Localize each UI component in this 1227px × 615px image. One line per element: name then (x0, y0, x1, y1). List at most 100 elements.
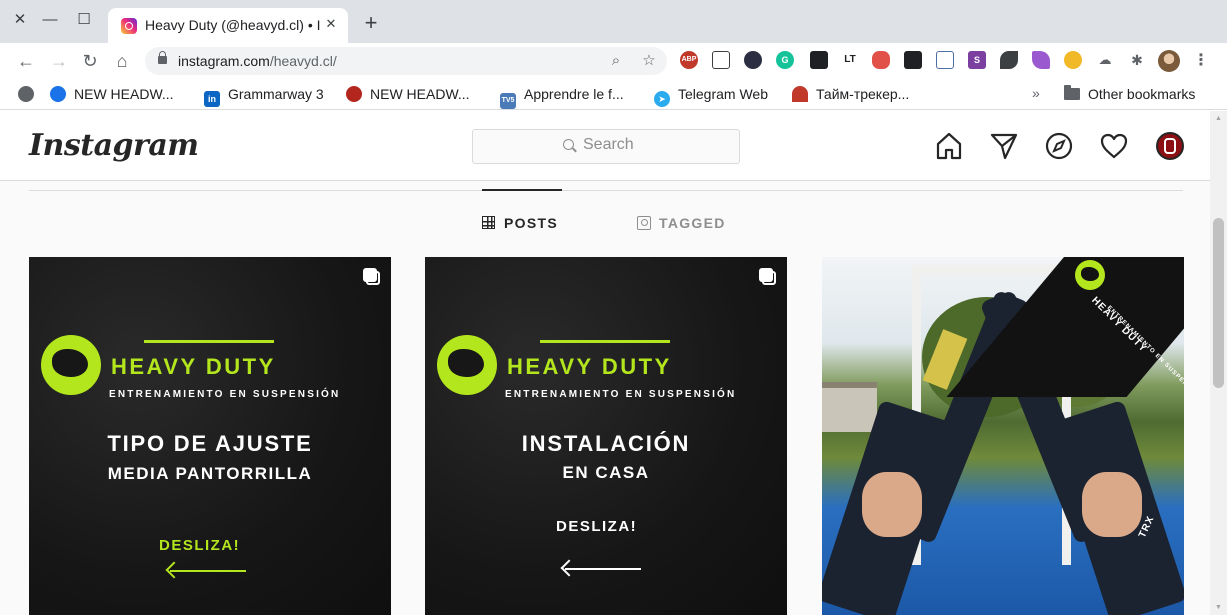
browser-tab[interactable]: Heavy Duty (@heavyd.cl) • Instagram phot… (108, 8, 348, 43)
reload-icon[interactable]: ↻ (78, 49, 102, 73)
arrow-left-icon (565, 568, 641, 570)
eyedropper-extension-icon[interactable] (810, 51, 828, 69)
brand-subtitle: ENTRENAMIENTO EN SUSPENSIÓN (109, 389, 341, 400)
tab-title: Heavy Duty (@heavyd.cl) • Instagram phot… (145, 17, 320, 33)
post-thumbnail[interactable]: HEAVY DUTY ENTRENAMIENTO EN SUSPENSIÓN T… (822, 257, 1184, 615)
search-placeholder: Search (583, 136, 634, 153)
tab-close-icon[interactable]: ✕ (322, 15, 340, 33)
drop-extension-icon[interactable] (1064, 51, 1082, 69)
window-maximize-icon[interactable]: ☐ (72, 8, 96, 32)
bookmark-item[interactable]: Тайм-трекер... (792, 85, 909, 105)
explore-compass-icon[interactable] (1044, 131, 1074, 161)
instagram-favicon-icon (121, 18, 137, 34)
url-text[interactable]: instagram.com/heavyd.cl/ (178, 53, 337, 69)
grid-icon (482, 216, 495, 229)
instagram-logo[interactable]: Instagram (29, 128, 199, 163)
shield-extension-icon[interactable] (872, 51, 890, 69)
carousel-icon (363, 268, 380, 285)
rhino-logo-icon (437, 335, 497, 395)
activity-heart-icon[interactable] (1099, 131, 1129, 161)
bookmarks-overflow-icon[interactable]: » (1032, 85, 1040, 101)
grammarly-extension-icon[interactable]: G (776, 51, 794, 69)
lock-icon[interactable] (158, 51, 167, 64)
divider-line (144, 340, 274, 343)
post-subheadline: MEDIA PANTORRILLA (107, 464, 313, 483)
bookmark-item[interactable]: NEW HEADW... (50, 85, 174, 105)
linkedin-icon: in (204, 91, 220, 107)
tab-tagged[interactable]: TAGGED (637, 215, 726, 231)
page-viewport: Instagram Search POSTS TAGGED HEAVY DUTY (0, 111, 1227, 615)
bookmark-item[interactable]: in Grammarway 3 (204, 85, 324, 107)
home-icon[interactable]: ⌂ (110, 49, 134, 73)
swipe-cta: DESLIZA! (159, 537, 241, 554)
scroll-up-icon[interactable]: ▲ (1214, 114, 1223, 123)
bookmark-item[interactable]: TV5 Apprendre le f... (500, 85, 624, 109)
zoom-icon[interactable]: ⌕ (606, 51, 626, 71)
profile-avatar[interactable] (1158, 50, 1180, 72)
post-thumbnail[interactable]: HEAVY DUTY ENTRENAMIENTO EN SUSPENSIÓN T… (29, 257, 391, 615)
direct-message-icon[interactable] (989, 131, 1019, 161)
scroll-down-icon[interactable]: ▼ (1214, 603, 1223, 612)
address-bar[interactable]: instagram.com/heavyd.cl/ ⌕ ☆ (145, 47, 667, 75)
window-close-icon[interactable]: ✕ (8, 8, 32, 32)
bookmarks-bar: NEW HEADW... in Grammarway 3 NEW HEADW...… (0, 79, 1227, 110)
globe-icon (50, 86, 66, 102)
home-nav-icon[interactable] (934, 131, 964, 161)
brand-subtitle: ENTRENAMIENTO EN SUSPENSIÓN (505, 389, 737, 400)
shed (822, 382, 877, 432)
leaf-extension-icon[interactable] (1000, 51, 1018, 69)
brand-title: HEAVY DUTY (507, 354, 672, 379)
clover-icon (346, 86, 362, 102)
profile-avatar-icon[interactable] (1156, 132, 1184, 160)
telegram-icon: ➤ (654, 91, 670, 107)
menu-kebab-icon[interactable]: ⋮ (1193, 49, 1209, 73)
divider-line (540, 340, 670, 343)
pen-extension-icon[interactable] (1032, 51, 1050, 69)
section-divider (29, 190, 1183, 191)
bookmark-item[interactable]: NEW HEADW... (346, 85, 470, 105)
tv5-icon: TV5 (500, 93, 516, 109)
rhino-logo-icon (41, 335, 101, 395)
carousel-icon (759, 268, 776, 285)
globe-icon (18, 86, 34, 102)
grid-extension-icon[interactable] (936, 51, 954, 69)
bookmark-item[interactable]: ➤ Telegram Web (654, 85, 768, 107)
scrollbar-thumb[interactable] (1213, 218, 1224, 388)
puzzle-extensions-icon[interactable]: ✱ (1128, 51, 1146, 69)
s-extension-icon[interactable]: S (968, 51, 986, 69)
new-tab-icon[interactable]: + (359, 12, 383, 36)
browser-toolbar: ← → ↻ ⌂ instagram.com/heavyd.cl/ ⌕ ☆ ABP… (0, 43, 1227, 79)
hand (862, 472, 922, 537)
post-thumbnail[interactable]: HEAVY DUTY ENTRENAMIENTO EN SUSPENSIÓN I… (425, 257, 787, 615)
cloud-extension-icon[interactable]: ☁ (1096, 51, 1114, 69)
bookmark-star-icon[interactable]: ☆ (639, 51, 659, 71)
active-tab-indicator (482, 189, 562, 191)
instagram-header: Instagram Search (0, 111, 1210, 181)
tagged-icon (637, 216, 651, 230)
frame-top (912, 265, 1072, 275)
post-headline: INSTALACIÓN (521, 431, 691, 456)
post-headline: TIPO DE AJUSTE (107, 431, 313, 456)
adblock-extension-icon[interactable]: ABP (680, 51, 698, 69)
swipe-cta: DESLIZA! (556, 518, 638, 535)
other-bookmarks[interactable]: Other bookmarks (1064, 85, 1195, 105)
stripes-extension-icon[interactable] (904, 51, 922, 69)
tab-posts[interactable]: POSTS (482, 215, 558, 231)
timer-icon (792, 86, 808, 102)
post-subheadline: EN CASA (562, 463, 650, 482)
languagetool-extension-icon[interactable]: LT (841, 51, 859, 69)
search-icon (563, 139, 574, 150)
search-input[interactable]: Search (472, 129, 740, 164)
hand (1082, 472, 1142, 537)
bookmark-globe[interactable] (18, 85, 42, 105)
scrollbar[interactable]: ▲ ▼ (1210, 111, 1227, 615)
half-circle-extension-icon[interactable] (744, 51, 762, 69)
document-extension-icon[interactable] (712, 51, 730, 69)
tab-strip: ✕ — ☐ Heavy Duty (@heavyd.cl) • Instagra… (0, 0, 1227, 43)
back-arrow-icon[interactable]: ← (14, 49, 38, 73)
forward-arrow-icon[interactable]: → (47, 49, 71, 73)
folder-icon (1064, 85, 1080, 100)
rhino-logo-icon (1075, 260, 1105, 290)
window-minimize-icon[interactable]: — (38, 8, 62, 32)
arrow-left-icon (170, 570, 246, 572)
